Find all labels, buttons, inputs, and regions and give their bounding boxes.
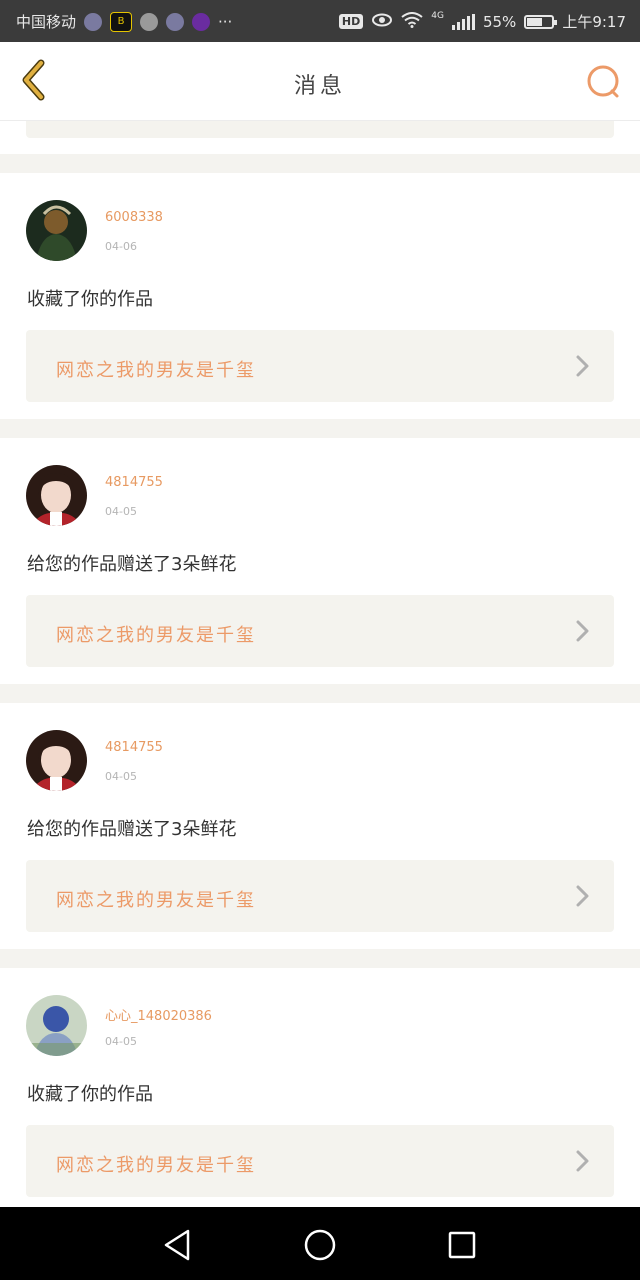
square-recents-icon — [448, 1231, 476, 1259]
network-type-label: 4G — [431, 10, 444, 21]
avatar[interactable] — [26, 730, 87, 791]
message-list: 6008338 04-06 收藏了你的作品 网恋之我的男友是千玺 4814755… — [0, 121, 640, 1214]
avatar[interactable] — [26, 995, 87, 1056]
username[interactable]: 6008338 — [105, 210, 163, 225]
work-card[interactable]: 网恋之我的男友是千玺 — [26, 595, 614, 667]
app-notification-icon-3 — [192, 12, 211, 31]
work-title: 网恋之我的男友是千玺 — [56, 625, 256, 646]
bilibili-icon: B — [110, 11, 133, 32]
message-action-text: 给您的作品赠送了3朵鲜花 — [27, 819, 237, 840]
username[interactable]: 4814755 — [105, 475, 163, 490]
avatar[interactable] — [26, 465, 87, 526]
work-card[interactable]: 网恋之我的男友是千玺 — [26, 1125, 614, 1197]
chevron-right-icon — [576, 355, 589, 377]
message-card: 4814755 04-05 给您的作品赠送了3朵鲜花 网恋之我的男友是千玺 — [0, 438, 640, 684]
username[interactable]: 心心_148020386 — [105, 1005, 212, 1024]
hd-badge: HD — [338, 14, 364, 29]
message-action-text: 收藏了你的作品 — [27, 1084, 153, 1105]
message-card: 心心_148020386 04-05 收藏了你的作品 网恋之我的男友是千玺 — [0, 968, 640, 1214]
work-title: 网恋之我的男友是千玺 — [56, 1155, 256, 1176]
avatar[interactable] — [26, 200, 87, 261]
battery-percent: 55% — [482, 12, 517, 31]
clock: 上午9:17 — [562, 13, 626, 31]
message-date: 04-05 — [105, 505, 137, 518]
status-bar-left: 中国移动 B ··· — [16, 11, 232, 32]
previous-message-stub — [0, 121, 640, 154]
wifi-icon — [401, 11, 423, 32]
search-icon — [587, 65, 619, 98]
battery-icon — [524, 14, 558, 29]
system-nav-bar — [0, 1207, 640, 1280]
app-notification-icon — [84, 12, 103, 31]
chevron-right-icon — [576, 620, 589, 642]
app-notification-icon-2 — [166, 12, 185, 31]
message-date: 04-05 — [105, 1035, 137, 1048]
page-title: 消息 — [293, 74, 346, 99]
search-button[interactable] — [584, 62, 624, 102]
carrier-label: 中国移动 — [16, 13, 77, 31]
message-date: 04-05 — [105, 770, 137, 783]
status-bar: 中国移动 B ··· HD 4G 55% 上午9:17 — [0, 0, 640, 42]
message-action-text: 给您的作品赠送了3朵鲜花 — [27, 554, 237, 575]
message-card: 6008338 04-06 收藏了你的作品 网恋之我的男友是千玺 — [0, 173, 640, 419]
work-card[interactable]: 网恋之我的男友是千玺 — [26, 330, 614, 402]
username[interactable]: 4814755 — [105, 740, 163, 755]
nav-back-button[interactable] — [158, 1225, 198, 1265]
wechat-icon — [140, 12, 159, 31]
nav-home-button[interactable] — [300, 1225, 340, 1265]
signal-icon — [451, 13, 475, 30]
work-title: 网恋之我的男友是千玺 — [56, 360, 256, 381]
message-card: 4814755 04-05 给您的作品赠送了3朵鲜花 网恋之我的男友是千玺 — [0, 703, 640, 949]
circle-home-icon — [304, 1229, 336, 1261]
more-notifications-icon: ··· — [218, 12, 233, 31]
previous-work-card-stub[interactable] — [26, 121, 614, 138]
nav-recents-button[interactable] — [442, 1225, 482, 1265]
work-title: 网恋之我的男友是千玺 — [56, 890, 256, 911]
message-action-text: 收藏了你的作品 — [27, 289, 153, 310]
message-date: 04-06 — [105, 240, 137, 253]
eye-comfort-icon — [371, 12, 393, 32]
triangle-back-icon — [164, 1229, 190, 1261]
status-bar-right: HD 4G 55% 上午9:17 — [338, 10, 626, 32]
chevron-right-icon — [576, 885, 589, 907]
work-card[interactable]: 网恋之我的男友是千玺 — [26, 860, 614, 932]
top-app-bar: 消息 — [0, 42, 640, 121]
chevron-right-icon — [576, 1150, 589, 1172]
